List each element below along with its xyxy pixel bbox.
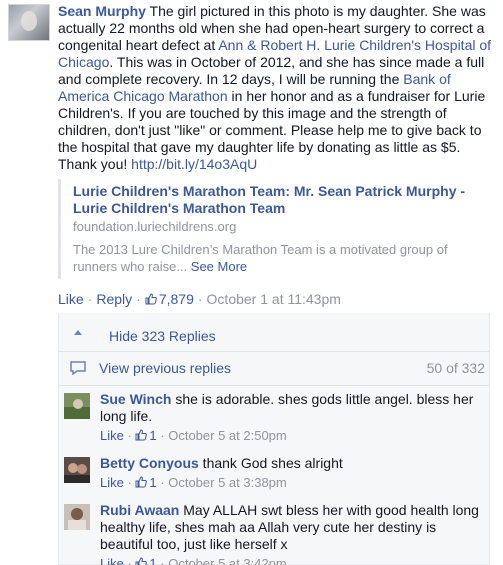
reply-like-count[interactable]: 1 — [135, 556, 157, 565]
reply-like-count-value: 1 — [149, 475, 157, 490]
reply-meta: Like · 1 · October 5 at 2:50pm — [100, 428, 287, 443]
thumbs-up-icon — [135, 429, 148, 441]
thumbs-up-icon — [145, 293, 157, 305]
reply-timestamp[interactable]: October 5 at 2:50pm — [168, 428, 287, 443]
separator: · — [197, 291, 203, 307]
post-actions: Like · Reply · 7,879 · October 1 at 11:43pm — [58, 291, 341, 307]
thumbs-up-icon — [135, 557, 148, 565]
like-count[interactable]: 7,879 — [145, 291, 194, 307]
reply-like-count-value: 1 — [149, 556, 157, 565]
reply-body: Rubi Awaan May ALLAH swt bless her with … — [100, 502, 480, 565]
reply-like-link[interactable]: Like — [100, 475, 124, 490]
divider — [59, 351, 489, 352]
see-more-link[interactable]: See More — [191, 259, 247, 274]
replies-count: 50 of 332 — [426, 360, 485, 376]
separator: · — [136, 291, 141, 307]
reply-like-link[interactable]: Like — [100, 428, 124, 443]
reply-like-count-value: 1 — [149, 428, 157, 443]
post-body: Sean Murphy The girl pictured in this ph… — [58, 3, 496, 173]
reply-avatar[interactable] — [64, 393, 90, 419]
reply-meta: Like · 1 · October 5 at 3:38pm — [100, 475, 287, 490]
reply-body: Betty Conyous thank God shes alright Lik… — [100, 455, 480, 491]
reply-timestamp[interactable]: October 5 at 3:38pm — [168, 475, 287, 490]
post-author-link[interactable]: Sean Murphy — [58, 3, 146, 19]
divider — [59, 385, 489, 386]
reply-avatar[interactable] — [64, 457, 90, 483]
view-previous-replies-link[interactable]: View previous replies — [99, 360, 231, 376]
reply-author-link[interactable]: Betty Conyous — [100, 455, 199, 471]
caret-up-icon — [74, 330, 82, 335]
reply-meta: Like · 1 · October 5 at 3:42pm — [100, 555, 480, 565]
reply-like-count[interactable]: 1 — [135, 428, 157, 443]
comment-bubble-icon — [70, 361, 86, 375]
shared-link-domain: foundation.luriechildrens.org — [73, 219, 237, 234]
shared-link-card[interactable]: Lurie Children's Marathon Team: Mr. Sean… — [58, 179, 488, 279]
reply-text: thank God shes alright — [198, 455, 343, 471]
separator: · — [87, 291, 93, 307]
author-avatar[interactable] — [8, 4, 50, 41]
reply-like-count[interactable]: 1 — [135, 475, 157, 490]
short-url-link[interactable]: http://bit.ly/14o3AqU — [131, 156, 257, 172]
like-link[interactable]: Like — [58, 291, 84, 307]
reply-link[interactable]: Reply — [96, 291, 132, 307]
thumbs-up-icon — [135, 476, 148, 488]
hide-replies-link[interactable]: Hide 323 Replies — [109, 328, 216, 344]
reply-author-link[interactable]: Rubi Awaan — [100, 502, 179, 518]
reply-like-link[interactable]: Like — [100, 556, 124, 565]
shared-link-title[interactable]: Lurie Children's Marathon Team: Mr. Sean… — [73, 183, 488, 217]
reply-timestamp[interactable]: October 5 at 3:42pm — [168, 556, 287, 565]
reply-author-link[interactable]: Sue Winch — [100, 391, 171, 407]
replies-panel: Hide 323 Replies View previous replies 5… — [58, 313, 490, 565]
reply-avatar[interactable] — [64, 504, 90, 530]
like-count-value: 7,879 — [158, 291, 194, 307]
reply-body: Sue Winch she is adorable. shes gods lit… — [100, 391, 480, 444]
shared-link-desc-text: The 2013 Lure Children’s Marathon Team i… — [73, 242, 448, 274]
hide-replies-row[interactable]: Hide 323 Replies — [59, 319, 489, 345]
shared-link-description: The 2013 Lure Children’s Marathon Team i… — [73, 241, 488, 275]
view-previous-row[interactable]: View previous replies 50 of 332 — [59, 357, 489, 381]
post-timestamp[interactable]: October 1 at 11:43pm — [207, 291, 341, 307]
